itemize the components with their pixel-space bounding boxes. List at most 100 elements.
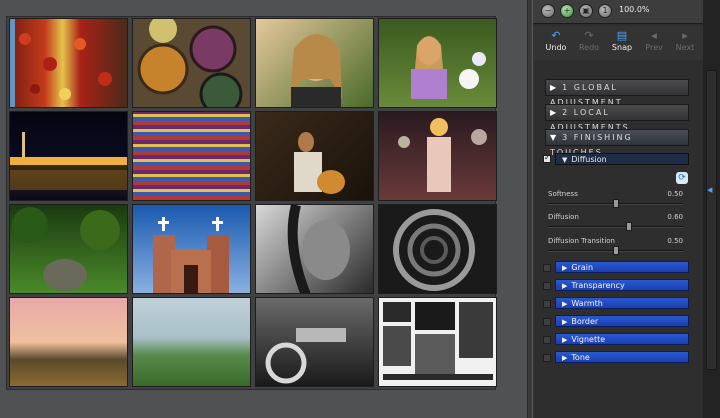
collapse-panel-icon[interactable]: ◀ xyxy=(707,186,712,194)
thumbnail-girl-flowers[interactable] xyxy=(378,18,497,108)
snap-label: Snap xyxy=(611,43,633,52)
garden-image xyxy=(12,207,120,291)
undo-button[interactable]: ↶ Undo xyxy=(541,28,571,58)
church-image xyxy=(153,217,229,293)
thumbnail-textiles[interactable] xyxy=(132,111,251,201)
expand-right-icon: ▶ xyxy=(562,336,568,344)
effect-header[interactable]: ▶ Border xyxy=(555,315,689,327)
thumbnail-chandelier[interactable] xyxy=(378,111,497,201)
thumbnail-spiral-stairs[interactable] xyxy=(378,204,497,294)
thumbnail-garden[interactable] xyxy=(9,204,128,294)
thumbnail-city-night[interactable] xyxy=(9,111,128,201)
slider-label: Softness xyxy=(548,190,578,198)
scrollbar-thumb[interactable] xyxy=(706,70,717,370)
effect-label: Tone xyxy=(571,353,590,362)
undo-label: Undo xyxy=(545,43,567,52)
redo-icon: ↷ xyxy=(584,29,594,42)
zoom-level: 100.0% xyxy=(619,5,650,14)
slider-label: Diffusion Transition xyxy=(548,237,615,245)
effect-checkbox[interactable] xyxy=(543,300,551,308)
next-button[interactable]: ▸ Next xyxy=(670,28,700,58)
peppers-image xyxy=(10,19,112,107)
next-label: Next xyxy=(675,43,695,52)
zoom-out-icon[interactable]: − xyxy=(541,4,555,18)
thumbnail-woman-portrait[interactable] xyxy=(255,18,374,108)
slider-track[interactable] xyxy=(548,246,683,255)
expand-down-icon: ▼ xyxy=(550,133,559,142)
expand-right-icon: ▶ xyxy=(550,108,559,117)
next-icon: ▸ xyxy=(682,29,688,42)
thumbnail-grid xyxy=(6,16,497,390)
thumbnail-pottery[interactable] xyxy=(132,18,251,108)
edit-toolbar: ↶ Undo ↷ Redo ▤ Snap ◂ Prev ▸ Next xyxy=(533,26,703,60)
snap-button[interactable]: ▤ Snap xyxy=(607,28,637,58)
expand-right-icon: ▶ xyxy=(550,83,559,92)
thumbnail-guitarist[interactable] xyxy=(255,111,374,201)
redo-label: Redo xyxy=(578,43,600,52)
expand-right-icon: ▶ xyxy=(562,354,568,362)
effect-header[interactable]: ▶ Vignette xyxy=(555,333,689,345)
expand-right-icon: ▶ xyxy=(562,282,568,290)
expand-right-icon: ▶ xyxy=(562,318,568,326)
chandelier-image xyxy=(398,118,487,192)
thumbnail-face-bw[interactable] xyxy=(255,204,374,294)
effect-label: Transparency xyxy=(571,281,625,290)
slider-value: 0.50 xyxy=(667,190,683,198)
section-global-adjustment[interactable]: ▶ 1 GLOBAL ADJUSTMENT xyxy=(545,79,689,107)
slider-knob[interactable] xyxy=(612,199,619,208)
motorcycle-image xyxy=(265,328,346,384)
expand-right-icon: ▶ xyxy=(562,264,568,272)
effect-label: Warmth xyxy=(571,299,603,308)
prev-button[interactable]: ◂ Prev xyxy=(639,28,669,58)
effect-header[interactable]: ▶ Transparency xyxy=(555,279,689,291)
slider-knob[interactable] xyxy=(626,222,632,231)
effect-checkbox[interactable] xyxy=(543,336,551,344)
portrait-image xyxy=(290,34,342,107)
expand-down-icon: ▼ xyxy=(562,156,568,164)
guitarist-image xyxy=(294,132,345,194)
effect-header[interactable]: ▶ Grain xyxy=(555,261,689,273)
panel-scrollbar[interactable]: ◀ xyxy=(703,0,720,418)
thumbnail-church[interactable] xyxy=(132,204,251,294)
slider-track[interactable] xyxy=(548,222,683,231)
thumbnail-motorcycle-bw[interactable] xyxy=(255,297,374,387)
effect-label: Grain xyxy=(571,263,594,272)
one-to-one-icon[interactable]: 1 xyxy=(598,4,612,18)
diffusion-checkbox[interactable] xyxy=(543,153,551,163)
pottery-image xyxy=(137,19,243,107)
effect-checkbox[interactable] xyxy=(543,282,551,290)
contact-sheet-image xyxy=(383,302,493,380)
undo-icon: ↶ xyxy=(551,29,561,42)
zoom-in-icon[interactable]: + xyxy=(560,4,574,18)
thumbnail-contact-sheet[interactable] xyxy=(378,297,497,387)
adjustments-panel: − + ▣ 1 100.0% ↶ Undo ↷ Redo ▤ Snap ◂ Pr… xyxy=(533,0,703,418)
face-image xyxy=(287,205,350,293)
zoom-toolbar: − + ▣ 1 100.0% xyxy=(533,0,703,24)
fit-icon[interactable]: ▣ xyxy=(579,4,593,18)
prev-label: Prev xyxy=(645,43,663,52)
section-finishing-touches[interactable]: ▼3 FINISHING TOUCHES xyxy=(545,129,689,157)
effect-checkbox[interactable] xyxy=(543,264,551,272)
diffusion-header[interactable]: ▼ Diffusion xyxy=(555,153,689,165)
reset-icon[interactable]: ⟳ xyxy=(676,172,688,184)
expand-right-icon: ▶ xyxy=(562,300,568,308)
slider-knob[interactable] xyxy=(612,246,619,255)
section-local-adjustments[interactable]: ▶ 2 LOCAL ADJUSTMENTS xyxy=(545,104,689,132)
thumbnail-sunset-hills[interactable] xyxy=(9,297,128,387)
thumbnail-peppers[interactable] xyxy=(9,18,128,108)
slider-track[interactable] xyxy=(548,199,683,208)
redo-button[interactable]: ↷ Redo xyxy=(574,28,604,58)
canvas-area xyxy=(0,0,527,418)
thumbnail-rolling-hills[interactable] xyxy=(132,297,251,387)
city-image xyxy=(10,132,127,190)
slider-value: 0.50 xyxy=(667,237,683,245)
effect-header[interactable]: ▶ Warmth xyxy=(555,297,689,309)
effect-header[interactable]: ▶ Tone xyxy=(555,351,689,363)
snapshot-icon: ▤ xyxy=(616,29,628,42)
effect-checkbox[interactable] xyxy=(543,318,551,326)
effect-label: Vignette xyxy=(571,335,606,344)
effect-checkbox[interactable] xyxy=(543,354,551,362)
stairs-image xyxy=(393,209,475,291)
effect-label: Border xyxy=(571,317,599,326)
slider-value: 0.60 xyxy=(667,213,683,221)
